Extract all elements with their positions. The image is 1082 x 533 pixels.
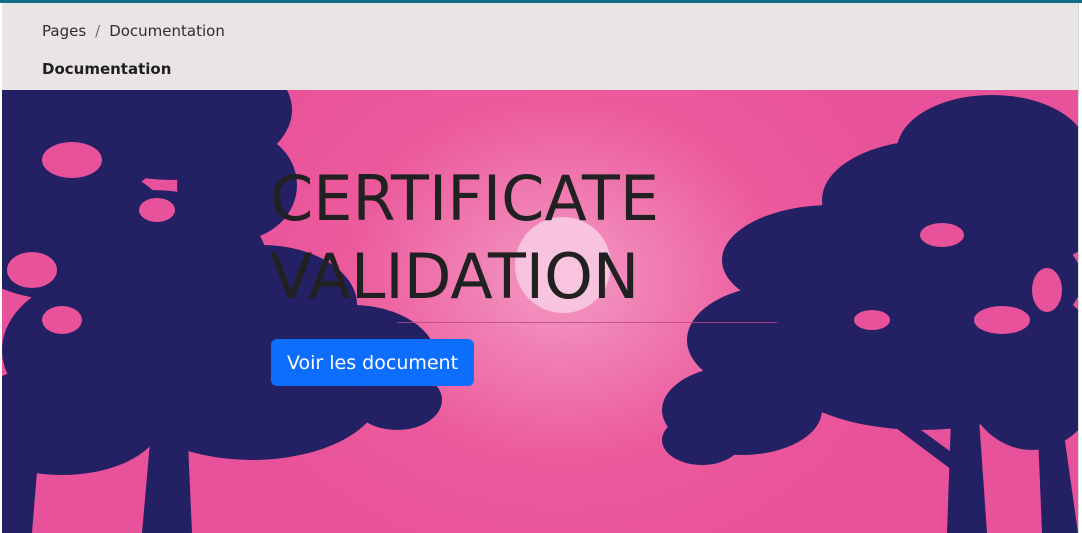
hero-title-line2: VALIDATION: [270, 240, 640, 313]
hero-title: CERTIFICATE VALIDATION: [270, 160, 659, 316]
hero-banner: CERTIFICATE VALIDATION Voir les document: [2, 90, 1078, 533]
page-header: Pages / Documentation Documentation: [2, 3, 1078, 90]
breadcrumb-item-current: Documentation: [109, 22, 225, 40]
breadcrumb: Pages / Documentation: [42, 22, 225, 40]
breadcrumb-separator: /: [95, 22, 101, 40]
window-right-edge: [1078, 3, 1082, 533]
hero-divider: [397, 322, 777, 323]
view-documents-button[interactable]: Voir les document: [271, 339, 475, 386]
breadcrumb-item-pages[interactable]: Pages: [42, 22, 86, 40]
page-title: Documentation: [42, 60, 172, 78]
hero-title-line1: CERTIFICATE: [270, 162, 660, 235]
